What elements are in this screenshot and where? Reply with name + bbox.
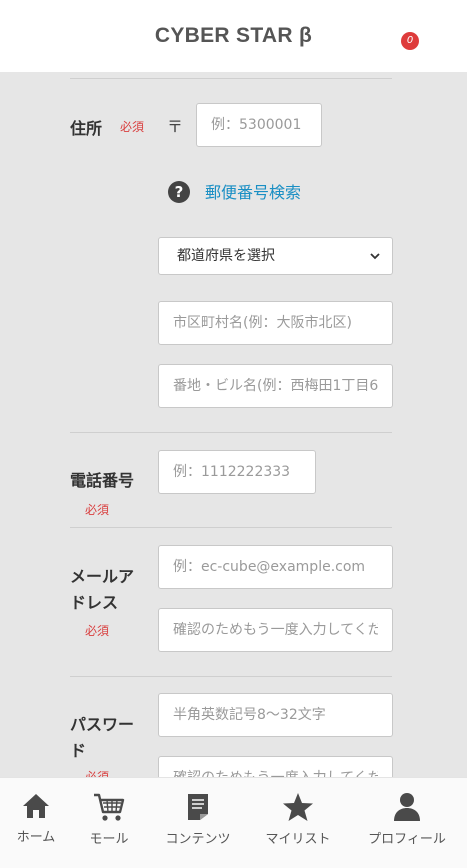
address-label: 住所 (70, 121, 103, 138)
tab-profile-label: プロフィール (368, 832, 446, 847)
prefecture-selected-value: 都道府県を選択 (177, 248, 275, 264)
cart-count-badge[interactable]: 0 (401, 32, 419, 50)
section-divider (70, 527, 392, 528)
tab-mall-label: モール (89, 832, 129, 847)
tab-profile[interactable]: プロフィール (362, 792, 452, 847)
tab-mall[interactable]: モール (64, 792, 154, 847)
app-header: CYBER STAR β 0 (0, 0, 467, 72)
postal-mark: 〒 (167, 117, 184, 136)
street-input[interactable] (158, 364, 393, 408)
email-label-line1: メールア (70, 569, 135, 586)
brand-title[interactable]: CYBER STAR β (0, 24, 467, 48)
cart-icon (94, 793, 125, 821)
password-label-line1: パスワー (70, 717, 135, 734)
email-confirm-input[interactable] (158, 608, 393, 652)
bottom-tab-bar: ホーム モール コンテンツ マイリスト プロフィール (0, 777, 467, 868)
tab-mylist[interactable]: マイリスト (253, 792, 343, 847)
city-input[interactable] (158, 301, 393, 345)
phone-input[interactable] (158, 450, 316, 494)
tab-contents-label: コンテンツ (165, 832, 231, 847)
phone-required-badge: 必須 (85, 503, 110, 517)
email-label-line2: ドレス (70, 595, 119, 612)
tab-mylist-label: マイリスト (265, 832, 331, 847)
email-required-badge: 必須 (85, 624, 110, 638)
password-input[interactable] (158, 693, 393, 737)
email-input[interactable] (158, 545, 393, 589)
document-icon (188, 794, 208, 820)
address-required-badge: 必須 (120, 120, 145, 134)
help-icon[interactable]: ? (168, 181, 190, 203)
section-divider (70, 676, 392, 677)
zip-search-link[interactable]: 郵便番号検索 (205, 179, 301, 203)
home-icon (23, 794, 49, 818)
chevron-down-icon (370, 253, 380, 260)
postal-code-input[interactable] (196, 103, 322, 147)
tab-contents[interactable]: コンテンツ (153, 792, 243, 847)
star-icon (283, 793, 313, 821)
user-icon (394, 793, 420, 821)
prefecture-select[interactable]: 都道府県を選択 (158, 237, 393, 275)
section-divider (70, 432, 392, 433)
password-label-line2: ド (70, 743, 87, 760)
phone-label: 電話番号 (70, 473, 135, 490)
section-divider (70, 78, 392, 79)
